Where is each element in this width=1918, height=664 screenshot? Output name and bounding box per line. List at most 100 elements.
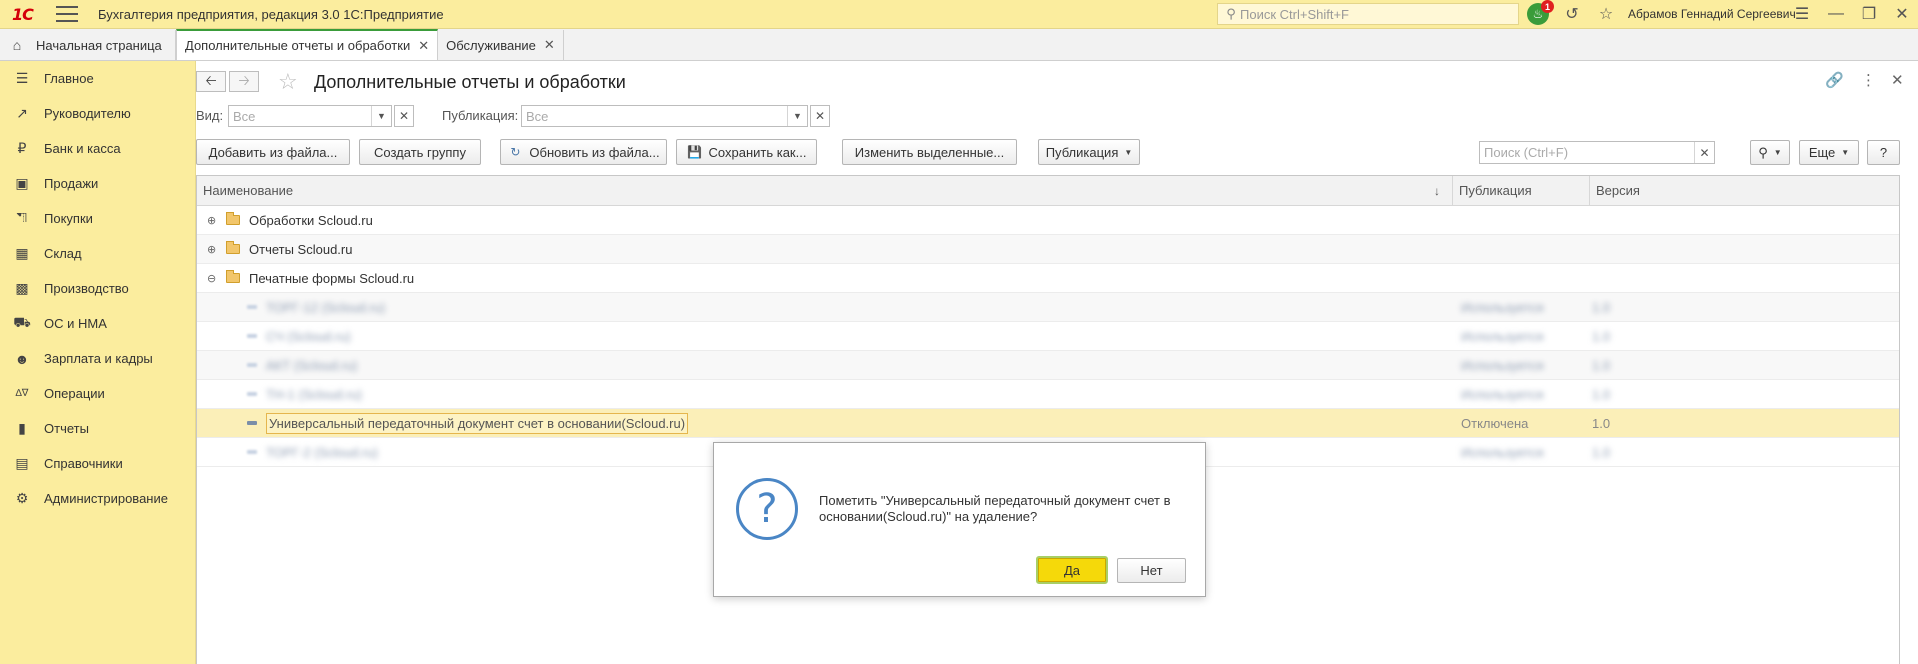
global-search-input[interactable]: ⚲ Поиск Ctrl+Shift+F bbox=[1217, 3, 1519, 25]
search-options-button[interactable]: ⚲ ▼ bbox=[1750, 140, 1790, 165]
document-icon bbox=[247, 334, 257, 338]
close-tab-icon[interactable]: ✕ bbox=[544, 37, 555, 53]
sidebar-item-label: Отчеты bbox=[44, 421, 89, 436]
close-tab-icon[interactable]: ✕ bbox=[418, 38, 429, 54]
sidebar-item-production[interactable]: ▩ Производство bbox=[0, 271, 195, 306]
column-version-label: Версия bbox=[1596, 183, 1640, 198]
row-version: 1.0 bbox=[1592, 444, 1611, 460]
favorite-star-icon[interactable]: ☆ bbox=[278, 69, 298, 95]
dropdown-arrow-icon[interactable]: ▼ bbox=[787, 106, 807, 126]
publication-filter-input[interactable]: Все ▼ bbox=[521, 105, 808, 127]
more-button[interactable]: Еще ▼ bbox=[1799, 140, 1859, 165]
sidebar-item-salary[interactable]: ☻ Зарплата и кадры bbox=[0, 341, 195, 376]
sidebar-item-warehouse[interactable]: ▦ Склад bbox=[0, 236, 195, 271]
table-row[interactable]: АКТ (Scloud.ru) Используется 1.0 bbox=[197, 351, 1899, 380]
sidebar-item-manager[interactable]: ↗ Руководителю bbox=[0, 96, 195, 131]
forward-button[interactable]: 🡢 bbox=[229, 71, 259, 92]
table-row[interactable]: ТН-1 (Scloud.ru) Используется 1.0 bbox=[197, 380, 1899, 409]
sidebar-item-fixed-assets[interactable]: ⛟ ОС и НМА bbox=[0, 306, 195, 341]
close-window-icon[interactable]: ✕ bbox=[1890, 3, 1914, 25]
sidebar-item-label: Производство bbox=[44, 281, 129, 296]
expand-icon[interactable]: ⊕ bbox=[207, 214, 216, 227]
minimize-icon[interactable]: — bbox=[1824, 3, 1848, 25]
sidebar-item-administration[interactable]: ⚙ Администрирование bbox=[0, 481, 195, 516]
table-row[interactable]: СЧ (Scloud.ru) Используется 1.0 bbox=[197, 322, 1899, 351]
person-icon: ☻ bbox=[14, 350, 30, 367]
sidebar-item-purchases[interactable]: ⛠ Покупки bbox=[0, 201, 195, 236]
folder-icon bbox=[226, 241, 240, 254]
dropdown-arrow-icon[interactable]: ▼ bbox=[371, 106, 391, 126]
favorites-star-icon[interactable]: ☆ bbox=[1594, 3, 1618, 25]
row-publication: Используется bbox=[1461, 299, 1544, 315]
save-as-button[interactable]: 💾 Сохранить как... bbox=[676, 139, 817, 165]
arrow-left-icon: 🡠 bbox=[205, 71, 217, 88]
more-vertical-icon[interactable]: ⋮ bbox=[1861, 71, 1876, 89]
table-row[interactable]: ⊕ Отчеты Scloud.ru bbox=[197, 235, 1899, 264]
change-selected-button[interactable]: Изменить выделенные... bbox=[842, 139, 1017, 165]
table-row[interactable]: ⊖ Печатные формы Scloud.ru bbox=[197, 264, 1899, 293]
create-group-button[interactable]: Создать группу bbox=[359, 139, 481, 165]
close-form-icon[interactable]: ✕ bbox=[1891, 71, 1904, 89]
row-name: Печатные формы Scloud.ru bbox=[249, 270, 415, 286]
row-name: ТН-1 (Scloud.ru) bbox=[266, 386, 363, 402]
tab-home[interactable]: ⌂ Начальная страница bbox=[0, 30, 176, 60]
link-icon[interactable]: 🔗 bbox=[1825, 71, 1844, 89]
table-row-selected[interactable]: Универсальный передаточный документ счет… bbox=[197, 409, 1899, 438]
main-menu-icon[interactable] bbox=[56, 6, 78, 22]
row-publication: Используется bbox=[1461, 357, 1544, 373]
view-filter-input[interactable]: Все ▼ bbox=[228, 105, 392, 127]
list-search-input[interactable]: Поиск (Ctrl+F) ✕ bbox=[1479, 141, 1715, 164]
notifications-button[interactable]: ♨ 1 bbox=[1526, 0, 1554, 25]
update-from-file-label: Обновить из файла... bbox=[529, 144, 660, 160]
tab-maintenance[interactable]: Обслуживание ✕ bbox=[438, 30, 564, 60]
save-icon: 💾 bbox=[687, 145, 702, 159]
user-name[interactable]: Абрамов Геннадий Сергеевич bbox=[1628, 7, 1796, 21]
save-as-label: Сохранить как... bbox=[708, 144, 807, 160]
sidebar-item-main[interactable]: ☰ Главное bbox=[0, 61, 195, 96]
yes-button[interactable]: Да bbox=[1036, 556, 1108, 584]
table-row[interactable]: ⊕ Обработки Scloud.ru bbox=[197, 206, 1899, 235]
table-row[interactable]: ТОРГ-12 (Scloud.ru) Используется 1.0 bbox=[197, 293, 1899, 322]
collapse-icon[interactable]: ⊖ bbox=[207, 272, 216, 285]
settings-menu-icon[interactable]: ☰ bbox=[1790, 3, 1814, 25]
caret-down-icon: ▼ bbox=[1124, 147, 1133, 157]
more-label: Еще bbox=[1808, 145, 1836, 160]
history-icon[interactable]: ↺ bbox=[1560, 3, 1584, 25]
no-button[interactable]: Нет bbox=[1117, 558, 1186, 583]
sidebar-item-operations[interactable]: ∆∇ Операции bbox=[0, 376, 195, 411]
update-from-file-button[interactable]: ↻ Обновить из файла... bbox=[500, 139, 667, 165]
sidebar-item-label: Склад bbox=[44, 246, 82, 261]
book-icon: ▤ bbox=[15, 455, 29, 471]
sidebar-item-label: Банк и касса bbox=[44, 141, 121, 156]
marked-item-icon bbox=[247, 421, 257, 425]
sidebar-item-bank[interactable]: ₽ Банк и касса bbox=[0, 131, 195, 166]
sidebar-item-directories[interactable]: ▤ Справочники bbox=[0, 446, 195, 481]
row-version: 1.0 bbox=[1592, 415, 1611, 431]
back-button[interactable]: 🡠 bbox=[196, 71, 226, 92]
restore-icon[interactable]: ❐ bbox=[1857, 3, 1881, 25]
dialog-message: Пометить "Универсальный передаточный док… bbox=[819, 493, 1171, 524]
folder-icon bbox=[226, 212, 240, 225]
tab-additional-reports[interactable]: Дополнительные отчеты и обработки ✕ bbox=[176, 29, 439, 60]
clear-publication-filter-button[interactable]: ✕ bbox=[810, 105, 830, 127]
sidebar-item-label: Руководителю bbox=[44, 106, 131, 121]
column-header-publication[interactable]: Публикация bbox=[1453, 176, 1590, 205]
expand-icon[interactable]: ⊕ bbox=[207, 243, 216, 256]
add-from-file-button[interactable]: Добавить из файла... bbox=[196, 139, 350, 165]
row-publication: Используется bbox=[1461, 386, 1544, 402]
sidebar-item-sales[interactable]: ▣ Продажи bbox=[0, 166, 195, 201]
row-version: 1.0 bbox=[1592, 386, 1611, 402]
app-title: Бухгалтерия предприятия, редакция 3.0 1С… bbox=[98, 6, 444, 22]
help-button[interactable]: ? bbox=[1867, 140, 1900, 165]
sidebar-item-reports[interactable]: ▮ Отчеты bbox=[0, 411, 195, 446]
tab-bar: ⌂ Начальная страница Дополнительные отче… bbox=[0, 29, 1918, 61]
clear-view-filter-button[interactable]: ✕ bbox=[394, 105, 414, 127]
publication-menu-button[interactable]: Публикация ▼ bbox=[1038, 139, 1140, 165]
clear-search-icon[interactable]: ✕ bbox=[1694, 142, 1714, 163]
gear-icon: ⚙ bbox=[15, 490, 29, 506]
column-header-name[interactable]: Наименование ↓ bbox=[197, 176, 1453, 205]
ruble-icon: ₽ bbox=[17, 140, 27, 156]
row-name: Универсальный передаточный документ счет… bbox=[266, 412, 689, 434]
app-logo: 1С bbox=[12, 4, 34, 24]
column-header-version[interactable]: Версия bbox=[1590, 176, 1899, 205]
